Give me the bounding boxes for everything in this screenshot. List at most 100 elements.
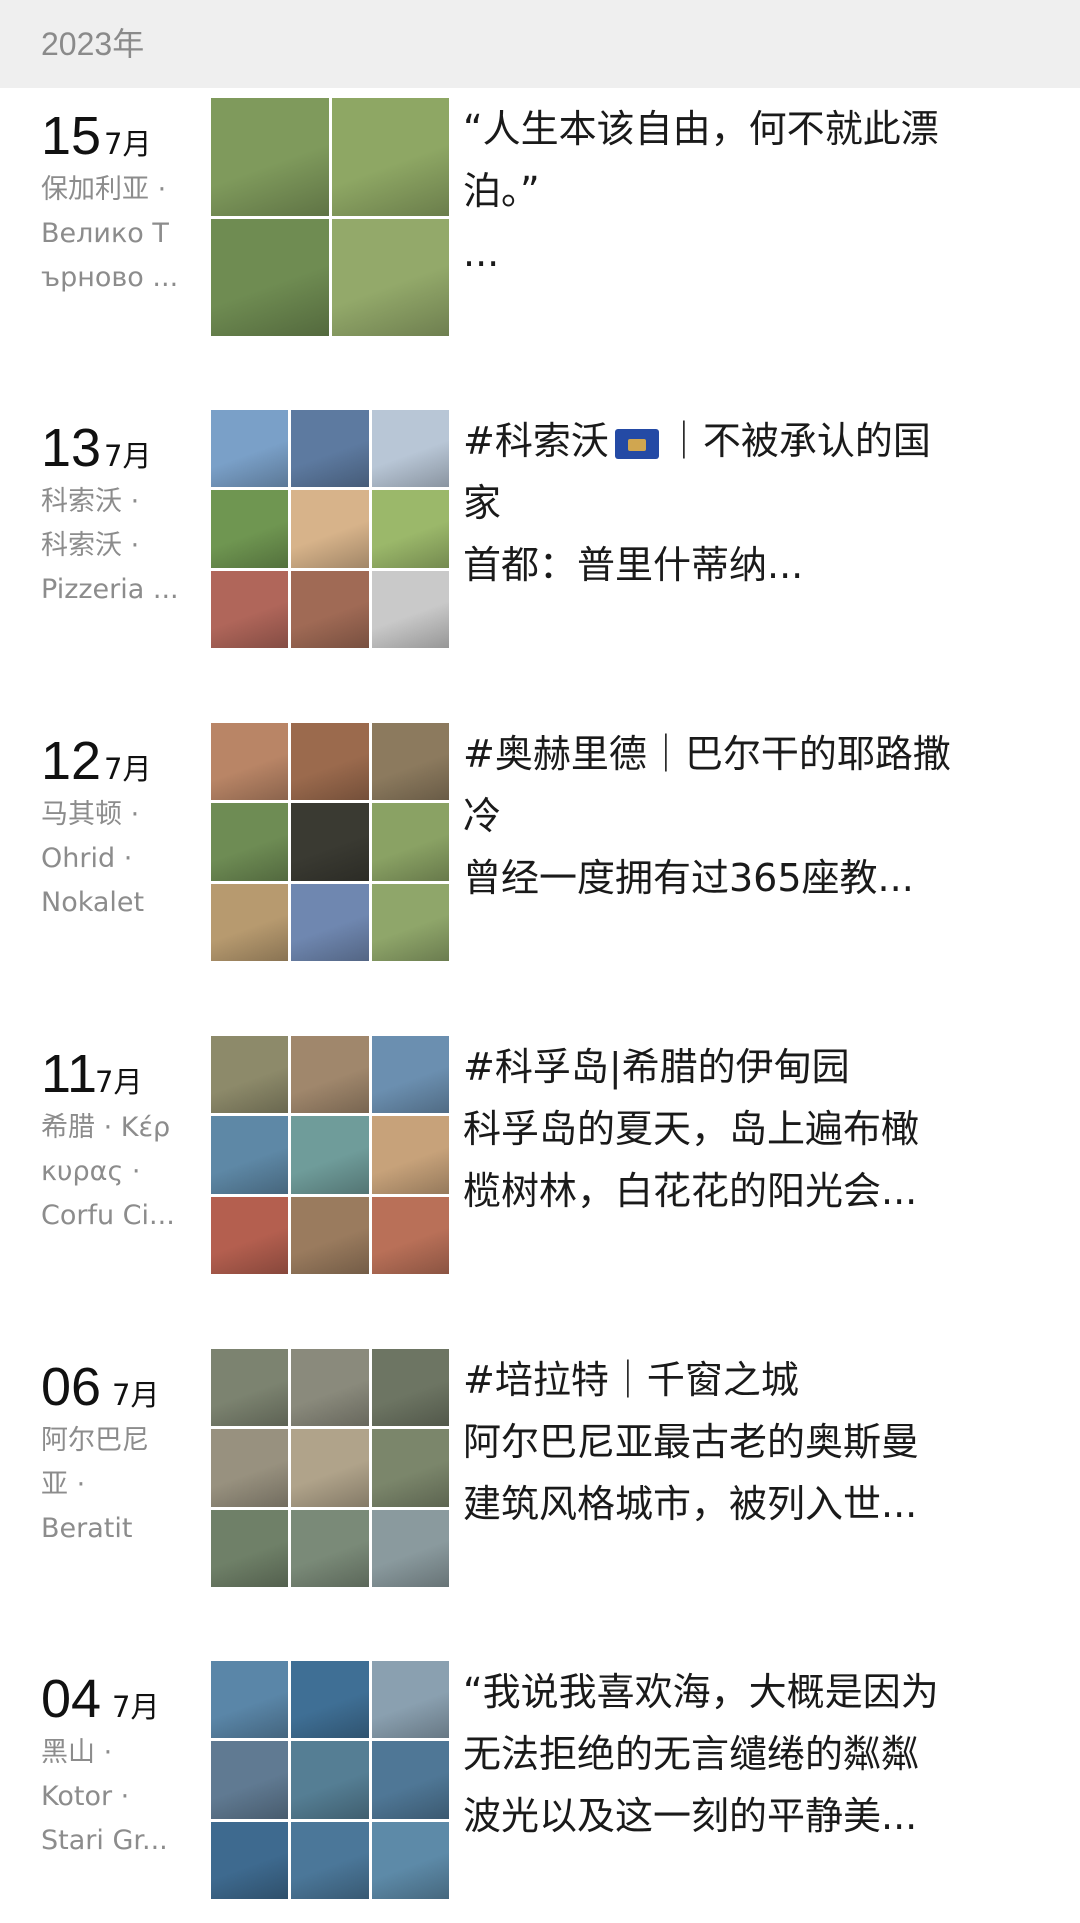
date-month: 7月 bbox=[104, 127, 152, 161]
photo-grid[interactable] bbox=[211, 723, 449, 961]
photo-thumbnail[interactable] bbox=[291, 490, 369, 568]
location-line: 科索沃 · bbox=[41, 486, 140, 517]
photo-thumbnail[interactable] bbox=[291, 1741, 369, 1819]
post-text-line: 波光以及这一刻的平静美... bbox=[463, 1794, 918, 1838]
location-line: 希腊 · Κέρ bbox=[41, 1112, 171, 1143]
photo-thumbnail[interactable] bbox=[371, 1509, 449, 1587]
photo-thumbnail[interactable] bbox=[371, 1429, 449, 1507]
photo-thumbnail[interactable] bbox=[371, 1036, 449, 1114]
location: 黑山 · Kotor · Stari Gr... bbox=[41, 1731, 191, 1863]
post-text-line: #科孚岛|希腊的伊甸园 bbox=[463, 1045, 850, 1089]
location-line: Corfu Ci... bbox=[41, 1200, 175, 1231]
photo-thumbnail[interactable] bbox=[211, 803, 289, 881]
location-line: Beratit bbox=[41, 1513, 133, 1544]
photo-thumbnail[interactable] bbox=[371, 1349, 449, 1427]
photo-thumbnail[interactable] bbox=[371, 803, 449, 881]
date-month: 7月 bbox=[104, 752, 152, 786]
photo-thumbnail[interactable] bbox=[211, 723, 289, 801]
photo-grid[interactable] bbox=[211, 98, 449, 336]
post-text[interactable]: #科孚岛|希腊的伊甸园 科孚岛的夏天，岛上遍布橄 榄树林，白花花的阳光会... bbox=[463, 1036, 1023, 1222]
photo-thumbnail[interactable] bbox=[291, 570, 369, 648]
photo-thumbnail[interactable] bbox=[211, 1349, 289, 1427]
photo-thumbnail[interactable] bbox=[211, 410, 289, 488]
photo-thumbnail[interactable] bbox=[291, 883, 369, 961]
photo-thumbnail[interactable] bbox=[371, 1821, 449, 1899]
photo-grid[interactable] bbox=[211, 410, 449, 648]
photo-thumbnail[interactable] bbox=[371, 723, 449, 801]
location: 马其顿 · Ohrid · Nokalet bbox=[41, 793, 191, 925]
photo-thumbnail[interactable] bbox=[331, 218, 449, 336]
post-text-line: 榄树林，白花花的阳光会... bbox=[463, 1169, 918, 1213]
date-day: 15 bbox=[41, 106, 102, 166]
photo-thumbnail[interactable] bbox=[371, 883, 449, 961]
photo-thumbnail[interactable] bbox=[291, 1116, 369, 1194]
photo-thumbnail[interactable] bbox=[291, 1509, 369, 1587]
post-entry[interactable]: 13 7月 科索沃 · 科索沃 · Pizzeria ... #科索沃 ｜不被承认… bbox=[0, 410, 1080, 660]
photo-thumbnail[interactable] bbox=[211, 1741, 289, 1819]
photo-thumbnail[interactable] bbox=[211, 570, 289, 648]
photo-thumbnail[interactable] bbox=[211, 1661, 289, 1739]
location: 阿尔巴尼 亚 · Beratit bbox=[41, 1419, 191, 1551]
post-entry[interactable]: 12 7月 马其顿 · Ohrid · Nokalet #奥赫里德｜巴尔干的耶路… bbox=[0, 723, 1080, 973]
photo-thumbnail[interactable] bbox=[211, 490, 289, 568]
post-text[interactable]: #培拉特｜千窗之城 阿尔巴尼亚最古老的奥斯曼 建筑风格城市，被列入世... bbox=[463, 1349, 1023, 1535]
post-text-line: “人生本该自由，何不就此漂 bbox=[463, 107, 939, 151]
post-text[interactable]: #奥赫里德｜巴尔干的耶路撒 冷 曾经一度拥有过365座教... bbox=[463, 723, 1023, 909]
photo-thumbnail[interactable] bbox=[211, 1196, 289, 1274]
photo-thumbnail[interactable] bbox=[371, 490, 449, 568]
photo-thumbnail[interactable] bbox=[291, 1196, 369, 1274]
location: 希腊 · Κέρ κυρας · Corfu Ci... bbox=[41, 1106, 191, 1238]
photo-thumbnail[interactable] bbox=[211, 1821, 289, 1899]
location-line: 马其顿 · bbox=[41, 799, 140, 830]
photo-thumbnail[interactable] bbox=[371, 1116, 449, 1194]
post-entry[interactable]: 15 7月 保加利亚 · Велико Т ърново ... “人生本该自由… bbox=[0, 98, 1080, 348]
photo-grid[interactable] bbox=[211, 1036, 449, 1274]
post-text[interactable]: “我说我喜欢海，大概是因为 无法拒绝的无言缱绻的粼粼 波光以及这一刻的平静美..… bbox=[463, 1661, 1023, 1847]
post-text-segment: ｜不被承认的国 bbox=[664, 419, 931, 463]
post-entry[interactable]: 04 7月 黑山 · Kotor · Stari Gr... “我说我喜欢海，大… bbox=[0, 1661, 1080, 1911]
photo-thumbnail[interactable] bbox=[211, 98, 329, 216]
location: 科索沃 · 科索沃 · Pizzeria ... bbox=[41, 480, 191, 612]
photo-thumbnail[interactable] bbox=[371, 410, 449, 488]
photo-thumbnail[interactable] bbox=[291, 1036, 369, 1114]
post-text-line: 泊。” bbox=[463, 169, 540, 213]
photo-thumbnail[interactable] bbox=[211, 218, 329, 336]
photo-thumbnail[interactable] bbox=[211, 1036, 289, 1114]
location-line: 保加利亚 · bbox=[41, 174, 167, 205]
photo-thumbnail[interactable] bbox=[371, 1661, 449, 1739]
photo-thumbnail[interactable] bbox=[371, 1741, 449, 1819]
photo-thumbnail[interactable] bbox=[291, 1429, 369, 1507]
photo-thumbnail[interactable] bbox=[211, 1509, 289, 1587]
date-day: 13 bbox=[41, 418, 102, 478]
photo-thumbnail[interactable] bbox=[291, 803, 369, 881]
photo-thumbnail[interactable] bbox=[211, 1116, 289, 1194]
photo-thumbnail[interactable] bbox=[291, 1661, 369, 1739]
photo-grid[interactable] bbox=[211, 1661, 449, 1899]
photo-thumbnail[interactable] bbox=[291, 410, 369, 488]
photo-thumbnail[interactable] bbox=[371, 1196, 449, 1274]
post-text-line: 冷 bbox=[463, 794, 502, 838]
photo-thumbnail[interactable] bbox=[291, 1821, 369, 1899]
date-month: 7月 bbox=[112, 1378, 160, 1412]
photo-thumbnail[interactable] bbox=[291, 723, 369, 801]
post-text[interactable]: “人生本该自由，何不就此漂 泊。” ... bbox=[463, 98, 1023, 284]
photo-thumbnail[interactable] bbox=[291, 1349, 369, 1427]
post-entry[interactable]: 06 7月 阿尔巴尼 亚 · Beratit #培拉特｜千窗之城 阿尔巴尼亚最古… bbox=[0, 1349, 1080, 1599]
photo-thumbnail[interactable] bbox=[331, 98, 449, 216]
photo-thumbnail[interactable] bbox=[211, 883, 289, 961]
post-entry[interactable]: 11 7月 希腊 · Κέρ κυρας · Corfu Ci... #科孚岛|… bbox=[0, 1036, 1080, 1286]
photo-grid[interactable] bbox=[211, 1349, 449, 1587]
location-line: κυρας · bbox=[41, 1156, 141, 1187]
post-text-line: #培拉特｜千窗之城 bbox=[463, 1358, 799, 1402]
post-text[interactable]: #科索沃 ｜不被承认的国 家 首都：普里什蒂纳... bbox=[463, 410, 1023, 596]
date-month: 7月 bbox=[104, 439, 152, 473]
location-line: Stari Gr... bbox=[41, 1825, 168, 1856]
photo-thumbnail[interactable] bbox=[211, 1429, 289, 1507]
photo-thumbnail[interactable] bbox=[371, 570, 449, 648]
date-day: 12 bbox=[41, 731, 102, 791]
location-line: 黑山 · bbox=[41, 1737, 113, 1768]
post-text-line: 科孚岛的夏天，岛上遍布橄 bbox=[463, 1107, 920, 1151]
post-text-line: 无法拒绝的无言缱绻的粼粼 bbox=[463, 1732, 920, 1776]
post-text-line: “我说我喜欢海，大概是因为 bbox=[463, 1670, 939, 1714]
post-text-line: ... bbox=[463, 231, 500, 275]
